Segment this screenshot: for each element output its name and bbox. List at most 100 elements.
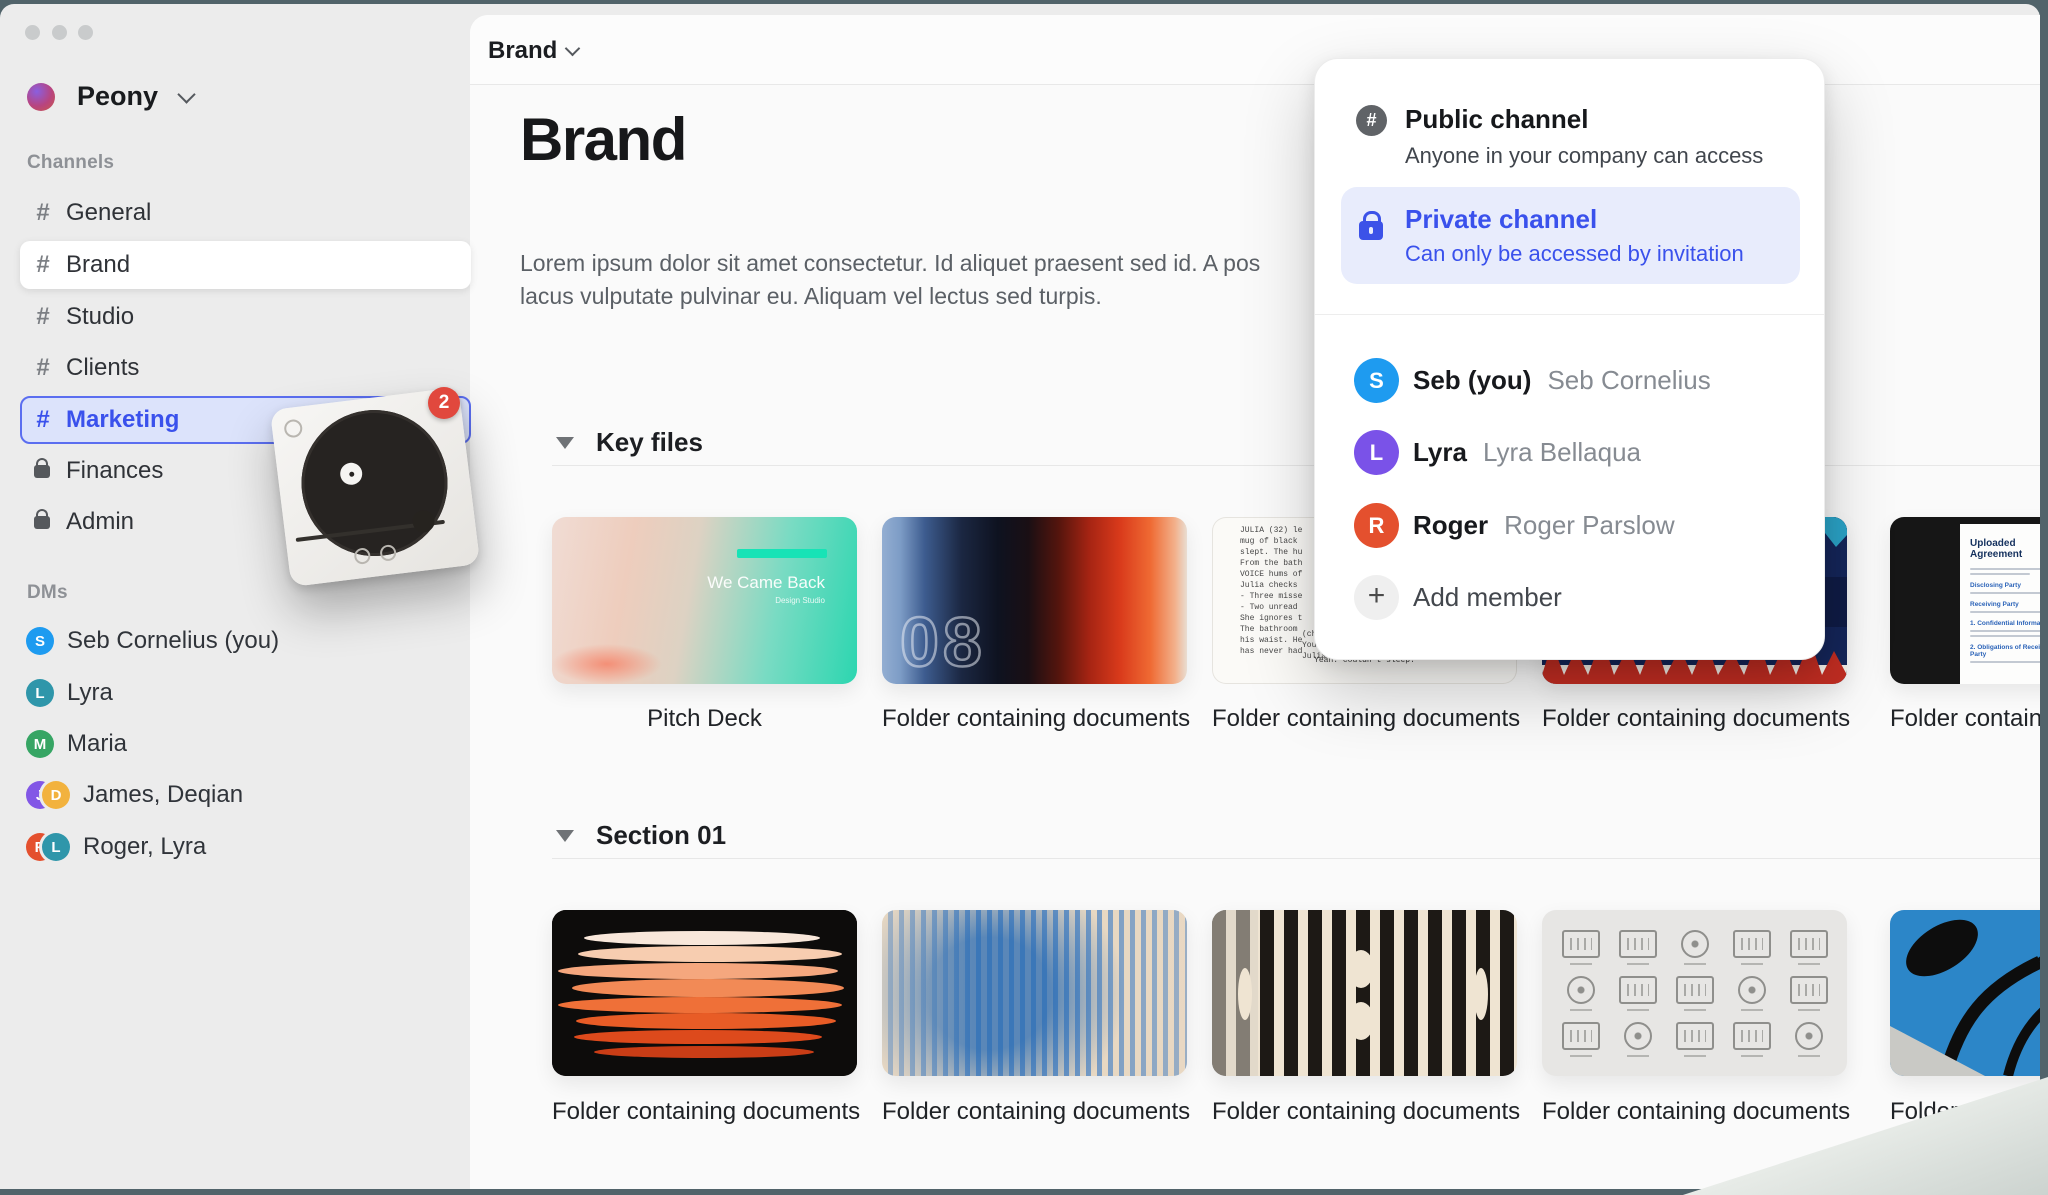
hash-icon bbox=[32, 303, 54, 331]
window-zoom-button[interactable] bbox=[78, 25, 93, 40]
dm-item-roger-lyra[interactable]: R L Roger, Lyra bbox=[20, 827, 466, 867]
lens-shape bbox=[1238, 968, 1252, 1020]
card-caption: Pitch Deck bbox=[552, 705, 857, 733]
folder-card-plant[interactable] bbox=[1890, 910, 2040, 1076]
hash-icon bbox=[32, 354, 54, 382]
page-title: Brand bbox=[520, 105, 686, 174]
lens-shape bbox=[1348, 1002, 1374, 1040]
folder-card-black-bars[interactable] bbox=[1212, 910, 1517, 1076]
script-text: JULIA (32) le mug of black slept. The hu… bbox=[1240, 525, 1302, 657]
dm-name: James, Deqian bbox=[83, 781, 243, 809]
folder-card-blue-stripes[interactable] bbox=[882, 910, 1187, 1076]
ghost-numerals: 08 bbox=[900, 602, 986, 682]
dm-item-maria[interactable]: M Maria bbox=[20, 724, 466, 764]
lock-icon bbox=[1359, 221, 1383, 240]
gadget-icon bbox=[1552, 1016, 1609, 1062]
gadget-icon bbox=[1780, 924, 1837, 970]
text-line bbox=[1970, 592, 2040, 594]
file-card-pitch-deck[interactable]: We Came Back Design Studio bbox=[552, 517, 857, 684]
gadget-icon bbox=[1666, 1016, 1723, 1062]
gadget-icon bbox=[1723, 1016, 1780, 1062]
turntable-screw-icon bbox=[283, 418, 303, 438]
card-caption: Folder containing documents bbox=[1212, 1098, 1517, 1126]
window-minimize-button[interactable] bbox=[52, 25, 67, 40]
text-line bbox=[1970, 661, 2040, 663]
section-title: Key files bbox=[596, 427, 703, 458]
section-divider bbox=[552, 858, 2040, 859]
member-row-seb[interactable]: S Seb (you) Seb Cornelius bbox=[1354, 358, 1711, 403]
member-name: Seb (you) bbox=[1413, 365, 1531, 396]
dm-name: Lyra bbox=[67, 679, 113, 707]
text-line bbox=[1970, 611, 2040, 613]
avatar: R bbox=[1354, 503, 1399, 548]
option-private-channel[interactable] bbox=[1341, 187, 1800, 284]
member-row-roger[interactable]: R Roger Roger Parslow bbox=[1354, 503, 1675, 548]
hash-icon bbox=[32, 406, 54, 434]
text-line bbox=[1970, 568, 2040, 570]
avatar: L bbox=[42, 833, 70, 861]
member-name: Roger bbox=[1413, 510, 1488, 541]
gray-triangle bbox=[1890, 1026, 1985, 1076]
dm-name: Maria bbox=[67, 730, 127, 758]
sidebar-item-clients[interactable]: Clients bbox=[20, 344, 471, 392]
option-subtitle: Can only be accessed by invitation bbox=[1405, 241, 1744, 267]
pitch-deck-accent-bar bbox=[737, 549, 827, 558]
sidebar-item-general[interactable]: General bbox=[20, 189, 471, 237]
lens-shape bbox=[1474, 968, 1488, 1020]
member-full-name: Roger Parslow bbox=[1504, 510, 1675, 541]
channel-label: Brand bbox=[66, 251, 130, 279]
dm-item-james-deqian[interactable]: J D James, Deqian bbox=[20, 775, 466, 815]
member-name: Lyra bbox=[1413, 437, 1467, 468]
channel-label: Marketing bbox=[66, 406, 179, 434]
dm-item-lyra[interactable]: L Lyra bbox=[20, 673, 466, 713]
channel-label: Clients bbox=[66, 354, 139, 382]
add-member-label: Add member bbox=[1413, 582, 1562, 613]
channel-label: General bbox=[66, 199, 151, 227]
dms-section-label: DMs bbox=[27, 582, 68, 604]
add-member-button[interactable]: Add member bbox=[1354, 575, 1562, 620]
sidebar-item-brand[interactable]: Brand bbox=[20, 241, 471, 289]
breadcrumb[interactable]: Brand bbox=[488, 37, 578, 65]
pitch-deck-cover-subtitle: Design Studio bbox=[707, 596, 825, 605]
gadget-icon bbox=[1666, 924, 1723, 970]
orange-waves-art bbox=[552, 910, 857, 1076]
hash-icon bbox=[32, 199, 54, 227]
folder-card-gradient[interactable]: 08 bbox=[882, 517, 1187, 684]
plus-icon bbox=[1354, 575, 1399, 620]
member-row-lyra[interactable]: L Lyra Lyra Bellaqua bbox=[1354, 430, 1641, 475]
dm-name: Seb Cornelius (you) bbox=[67, 627, 279, 655]
text-line bbox=[1970, 573, 2030, 575]
gadget-icon bbox=[1609, 970, 1666, 1016]
channels-section-label: Channels bbox=[27, 152, 114, 174]
workspace-name: Peony bbox=[77, 81, 158, 112]
card-caption: Folder containing documents bbox=[552, 1098, 857, 1126]
lens-shape bbox=[1348, 950, 1374, 988]
vinyl-record-icon bbox=[293, 402, 456, 565]
channel-label: Admin bbox=[66, 508, 134, 536]
collapse-triangle-icon[interactable] bbox=[556, 830, 574, 842]
dm-item-seb[interactable]: S Seb Cornelius (you) bbox=[20, 621, 466, 661]
agreement-heading: 2. Obligations of Receiving Party bbox=[1970, 644, 2040, 658]
text-line bbox=[1970, 630, 2040, 632]
workspace-avatar bbox=[27, 83, 55, 111]
window-close-button[interactable] bbox=[25, 25, 40, 40]
folder-card-orange-waves[interactable] bbox=[552, 910, 857, 1076]
workspace-switcher[interactable]: Peony bbox=[27, 81, 193, 112]
popover-divider bbox=[1315, 314, 1824, 315]
option-title: Private channel bbox=[1405, 204, 1597, 235]
hash-icon bbox=[32, 251, 54, 279]
collapse-triangle-icon[interactable] bbox=[556, 437, 574, 449]
avatar: M bbox=[26, 730, 54, 758]
avatar: S bbox=[1354, 358, 1399, 403]
member-full-name: Seb Cornelius bbox=[1547, 365, 1710, 396]
card-caption: Folder containing documents bbox=[1890, 705, 2040, 733]
card-caption: Folder containing documents bbox=[882, 705, 1187, 733]
chevron-down-icon bbox=[565, 41, 581, 57]
sidebar-item-studio[interactable]: Studio bbox=[20, 293, 471, 341]
agreement-heading: Disclosing Party bbox=[1970, 582, 2040, 589]
folder-card-gadget-icons[interactable] bbox=[1542, 910, 1847, 1076]
folder-card-agreement[interactable]: Uploaded Agreement Disclosing Party Rece… bbox=[1890, 517, 2040, 684]
avatar: S bbox=[26, 627, 54, 655]
section-header-key-files: Key files bbox=[556, 427, 703, 458]
avatar: L bbox=[1354, 430, 1399, 475]
